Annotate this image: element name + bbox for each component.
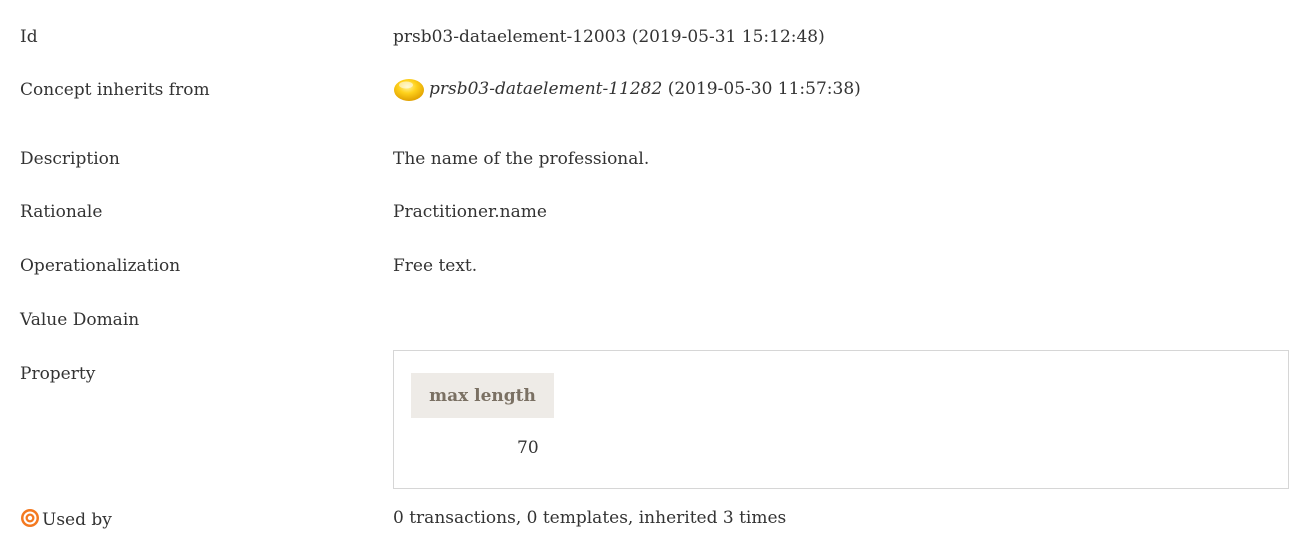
id-label: Id xyxy=(20,27,38,47)
operationalization-label: Operationalization xyxy=(20,256,181,276)
id-value: prsb03-dataelement-12003 (2019-05-31 15:… xyxy=(393,27,825,47)
inherits-link[interactable]: prsb03-dataelement-11282 xyxy=(429,79,662,99)
used-by-label: Used by xyxy=(42,510,112,530)
description-value: The name of the professional. xyxy=(393,149,650,169)
used-by-value: 0 transactions, 0 templates, inherited 3… xyxy=(393,508,787,528)
inherits-label: Concept inherits from xyxy=(20,80,210,100)
property-label: Property xyxy=(20,364,96,384)
rationale-value: Practitioner.name xyxy=(393,202,547,222)
inherits-timestamp: (2019-05-30 11:57:38) xyxy=(662,79,861,99)
status-ball-icon xyxy=(393,76,425,102)
max-length-header: max length xyxy=(411,373,554,418)
value-domain-label: Value Domain xyxy=(20,310,140,330)
property-table: max length 70 xyxy=(393,350,1289,489)
operationalization-value: Free text. xyxy=(393,256,478,276)
description-label: Description xyxy=(20,149,120,169)
target-icon[interactable] xyxy=(20,508,40,528)
max-length-value: 70 xyxy=(517,438,539,458)
rationale-label: Rationale xyxy=(20,202,103,222)
used-by-label-wrap: Used by xyxy=(20,508,112,530)
inherits-value: prsb03-dataelement-11282 (2019-05-30 11:… xyxy=(393,76,861,102)
